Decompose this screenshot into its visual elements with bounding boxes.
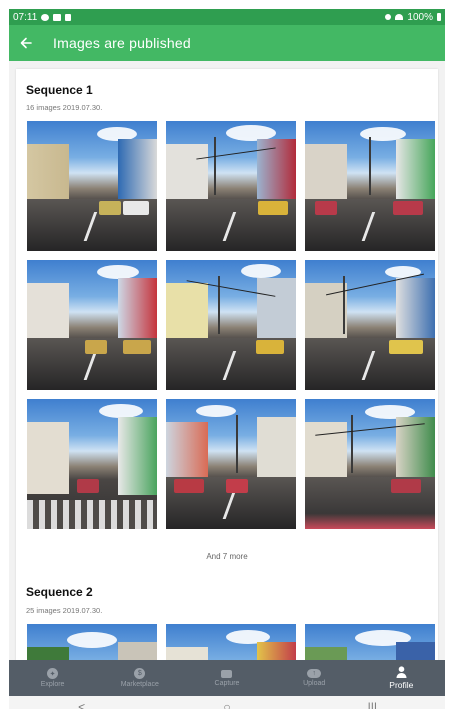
video-camera-icon — [221, 669, 233, 678]
image-notification-icon — [53, 13, 62, 21]
photo-thumbnail[interactable] — [27, 260, 157, 390]
status-bar: 07:11 100% — [9, 9, 445, 25]
nav-label: Explore — [40, 681, 65, 688]
photo-thumbnail[interactable] — [166, 624, 296, 660]
person-icon — [396, 666, 407, 678]
photo-thumbnail[interactable] — [166, 121, 296, 251]
app-bar: Images are published — [9, 25, 445, 61]
nav-label: Marketplace — [120, 681, 159, 688]
play-notification-icon — [65, 13, 72, 21]
nav-explore[interactable]: ✦ Explore — [13, 668, 93, 688]
system-home-button[interactable]: ○ — [207, 700, 247, 709]
photo-thumbnail[interactable] — [27, 624, 157, 660]
system-navigation-bar: < ○ ||| — [9, 696, 445, 709]
sequence-title: Sequence 2 — [26, 585, 93, 599]
device-screen: 07:11 100% Images are published Sequence… — [9, 9, 445, 709]
more-images-link[interactable]: And 7 more — [16, 552, 438, 561]
nav-marketplace[interactable]: $ Marketplace — [100, 668, 180, 688]
cloud-upload-icon: ↑ — [307, 669, 322, 678]
nav-capture[interactable]: Capture — [187, 669, 267, 687]
nav-label: Upload — [303, 680, 326, 687]
sequence-2-grid — [27, 624, 437, 660]
page-title: Images are published — [53, 35, 191, 51]
photo-thumbnail[interactable] — [305, 624, 435, 660]
bottom-navigation: ✦ Explore $ Marketplace Capture ↑ Upload… — [9, 660, 445, 696]
photo-thumbnail[interactable] — [27, 399, 157, 529]
notification-icon — [41, 13, 50, 21]
nav-profile[interactable]: Profile — [361, 666, 441, 690]
photo-thumbnail[interactable] — [305, 121, 435, 251]
sequence-title: Sequence 1 — [26, 83, 93, 97]
battery-icon — [437, 13, 441, 21]
back-button[interactable] — [11, 25, 41, 61]
location-icon — [385, 14, 392, 20]
sequence-meta: 25 images 2019.07.30. — [26, 606, 103, 615]
sequence-list[interactable]: Sequence 1 16 images 2019.07.30. And 7 m… — [9, 61, 445, 660]
clock: 07:11 — [13, 11, 38, 23]
compass-icon: ✦ — [47, 668, 59, 679]
dollar-icon: $ — [134, 668, 146, 679]
wifi-icon — [395, 14, 404, 20]
photo-thumbnail[interactable] — [27, 121, 157, 251]
system-recents-button[interactable]: ||| — [352, 700, 392, 709]
sequence-meta: 16 images 2019.07.30. — [26, 103, 103, 112]
sequence-1-grid — [27, 121, 437, 529]
photo-thumbnail[interactable] — [305, 260, 435, 390]
nav-upload[interactable]: ↑ Upload — [274, 669, 354, 687]
sequence-card: Sequence 1 16 images 2019.07.30. And 7 m… — [16, 69, 438, 660]
nav-label: Profile — [389, 680, 414, 690]
battery-level: 100% — [407, 11, 433, 23]
arrow-left-icon — [20, 37, 32, 49]
photo-thumbnail[interactable] — [166, 399, 296, 529]
nav-label: Capture — [214, 679, 240, 687]
photo-thumbnail[interactable] — [305, 399, 435, 529]
system-back-button[interactable]: < — [62, 700, 102, 709]
photo-thumbnail[interactable] — [166, 260, 296, 390]
